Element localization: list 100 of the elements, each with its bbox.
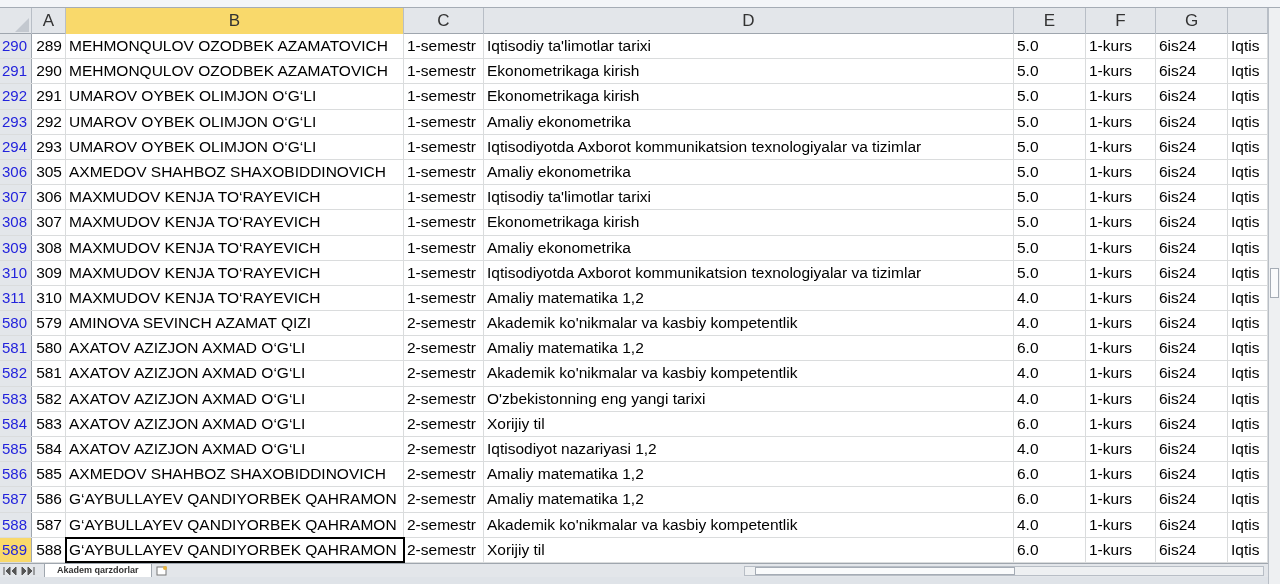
table-cell: 2-semestr [404,386,484,411]
table-cell: 293 [32,134,66,159]
row-header[interactable]: 309 [0,235,32,260]
table-cell: 6is24 [1156,512,1228,537]
table-cell: 6is24 [1156,336,1228,361]
row-header[interactable]: 306 [0,159,32,185]
table-cell: 4.0 [1014,285,1086,311]
row-header[interactable]: 580 [0,311,32,336]
table-cell: 1-kurs [1086,185,1156,210]
table-cell: 6is24 [1156,311,1228,336]
table-cell: 1-kurs [1086,336,1156,361]
table-cell: Iqtisodiy ta'limotlar tarixi [484,34,1014,59]
table-cell: Ekonometrikaga kirish [484,84,1014,109]
row-header[interactable]: 293 [0,109,32,134]
table-cell: Amaliy matematika 1,2 [484,336,1014,361]
table-cell: Amaliy matematika 1,2 [484,462,1014,487]
table-cell: 5.0 [1014,84,1086,109]
new-sheet-icon[interactable] [155,565,168,576]
table-cell: UMAROV OYBEK OLIMJON O‘G‘LI [66,109,404,134]
table-cell: 1-semestr [404,285,484,311]
row-header[interactable]: 310 [0,260,32,285]
row-header[interactable]: 292 [0,84,32,109]
row-header[interactable]: 588 [0,512,32,537]
table-cell: 307 [32,210,66,235]
table-cell: 6is24 [1156,462,1228,487]
row-header[interactable]: 583 [0,386,32,411]
row-header[interactable]: 308 [0,210,32,235]
table-cell: O'zbekistonning eng yangi tarixi [484,386,1014,411]
table-cell: 1-semestr [404,34,484,59]
column-header[interactable]: G [1156,8,1228,34]
table-cell: 1-kurs [1086,34,1156,59]
table-cell: 5.0 [1014,210,1086,235]
table-cell: MAXMUDOV KENJA TO‘RAYEVICH [66,235,404,260]
table-cell: AXATOV AZIZJON AXMAD O‘G‘LI [66,437,404,462]
table-cell: Amaliy matematika 1,2 [484,487,1014,512]
row-header[interactable]: 307 [0,185,32,210]
table-cell: 587 [32,512,66,537]
row-header[interactable]: 581 [0,336,32,361]
table-cell: Iqtisodiyot nazariyasi 1,2 [484,437,1014,462]
table-cell: 1-kurs [1086,386,1156,411]
table-cell: 2-semestr [404,512,484,537]
table-cell: Akademik ko'nikmalar va kasbiy kompetentlik [484,311,1014,336]
row-header[interactable]: 582 [0,361,32,386]
column-header[interactable]: E [1014,8,1086,34]
table-cell: 2-semestr [404,311,484,336]
row-header[interactable]: 291 [0,59,32,84]
table-cell: UMAROV OYBEK OLIMJON O‘G‘LI [66,134,404,159]
row-header[interactable]: 586 [0,462,32,487]
table-cell: 1-semestr [404,84,484,109]
table-cell: Amaliy ekonometrika [484,109,1014,134]
table-cell: 6is24 [1156,386,1228,411]
active-cell: G‘AYBULLAYEV QANDIYORBEK QAHRAMON [66,537,404,562]
table-cell: 6.0 [1014,336,1086,361]
table-cell: 310 [32,285,66,311]
table-cell: 1-kurs [1086,411,1156,436]
table-cell: Iqtisodiy ta'limotlar tarixi [484,185,1014,210]
row-header[interactable]: 311 [0,285,32,311]
table-cell: MAXMUDOV KENJA TO‘RAYEVICH [66,185,404,210]
table-cell: 5.0 [1014,109,1086,134]
table-cell: 305 [32,159,66,185]
column-header[interactable]: C [404,8,484,34]
table-cell: 1-semestr [404,109,484,134]
table-cell: 1-semestr [404,59,484,84]
table-cell: 6is24 [1156,235,1228,260]
table-cell: Amaliy matematika 1,2 [484,285,1014,311]
table-cell: 582 [32,386,66,411]
row-header[interactable]: 290 [0,34,32,59]
table-cell: 6.0 [1014,462,1086,487]
sheet-tab[interactable]: Akadem qarzdorlar [44,564,152,577]
table-cell: 6is24 [1156,84,1228,109]
table-cell: 289 [32,34,66,59]
table-cell: 1-kurs [1086,210,1156,235]
row-header[interactable]: 294 [0,134,32,159]
table-cell: 1-kurs [1086,311,1156,336]
row-header[interactable]: 587 [0,487,32,512]
column-header[interactable]: F [1086,8,1156,34]
row-header[interactable]: 584 [0,411,32,436]
table-cell: 1-kurs [1086,462,1156,487]
table-cell: G‘AYBULLAYEV QANDIYORBEK QAHRAMON [66,487,404,512]
table-cell: MAXMUDOV KENJA TO‘RAYEVICH [66,285,404,311]
table-cell: 581 [32,361,66,386]
table-cell: 6is24 [1156,34,1228,59]
table-cell: 5.0 [1014,59,1086,84]
row-header[interactable]: 589 [0,537,32,562]
row-header[interactable]: 585 [0,437,32,462]
table-cell: 2-semestr [404,411,484,436]
horizontal-scrollbar[interactable] [744,565,1264,576]
table-cell: 309 [32,260,66,285]
table-cell: AXATOV AZIZJON AXMAD O‘G‘LI [66,336,404,361]
table-cell: Akademik ko'nikmalar va kasbiy kompetentlik [484,512,1014,537]
table-cell: 584 [32,437,66,462]
column-header[interactable]: B [66,8,404,34]
column-header[interactable]: D [484,8,1014,34]
table-cell: 6is24 [1156,285,1228,311]
table-cell: G‘AYBULLAYEV QANDIYORBEK QAHRAMON [66,512,404,537]
vertical-scrollbar[interactable] [1268,8,1280,584]
table-cell: 583 [32,411,66,436]
table-cell: 1-semestr [404,235,484,260]
table-cell: MAXMUDOV KENJA TO‘RAYEVICH [66,210,404,235]
table-cell: Ekonometrikaga kirish [484,210,1014,235]
